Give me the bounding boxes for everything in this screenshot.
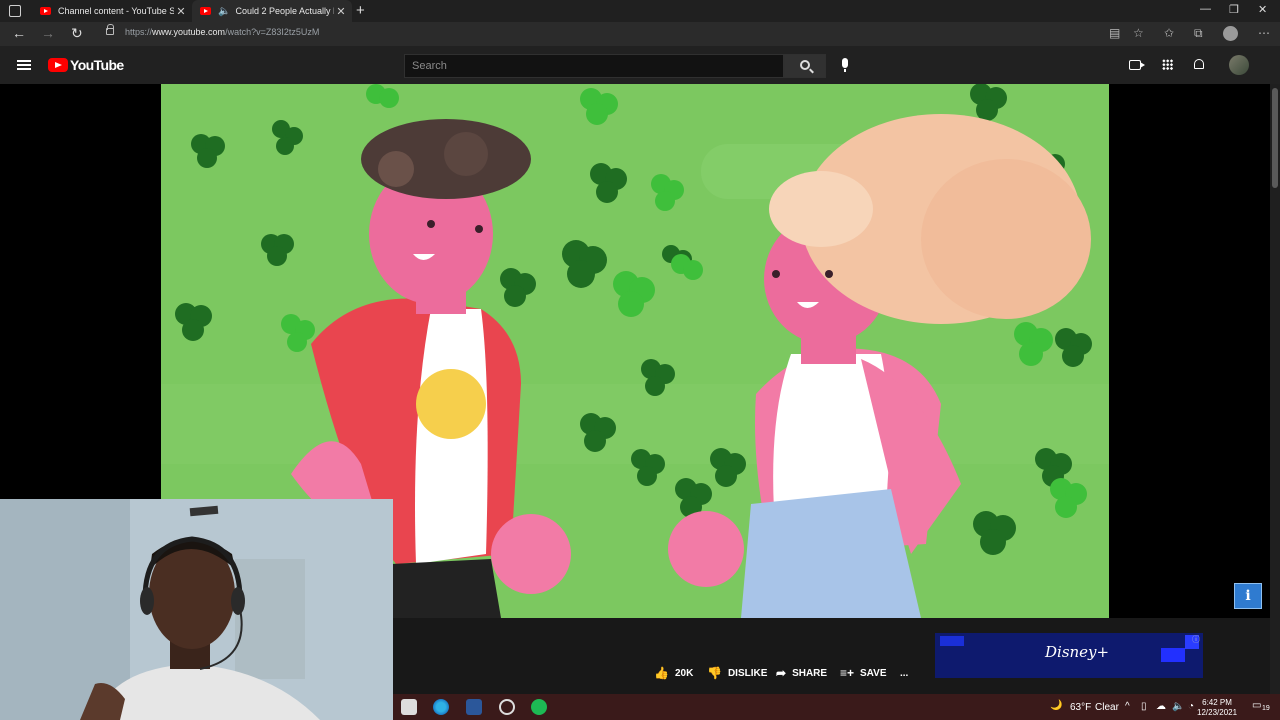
cloud-icon[interactable]: ☁ bbox=[1156, 701, 1166, 712]
share-arrow-icon: ➦ bbox=[776, 666, 787, 680]
spotify-icon[interactable] bbox=[531, 699, 547, 715]
browser-profile-icon[interactable] bbox=[1223, 26, 1238, 41]
moon-icon: 🌙 bbox=[1050, 700, 1063, 711]
like-count: 20K bbox=[674, 667, 694, 679]
thumbs-up-icon: 👍 bbox=[654, 666, 669, 680]
avatar[interactable] bbox=[1229, 55, 1249, 75]
weather-temp[interactable]: 63°F bbox=[1070, 702, 1091, 713]
create-video-icon[interactable] bbox=[1129, 60, 1145, 70]
tab-actions-icon[interactable] bbox=[9, 5, 21, 17]
notification-center-icon[interactable]: ▭ bbox=[1252, 700, 1261, 711]
search-button[interactable] bbox=[784, 54, 826, 78]
restore-icon[interactable]: ❐ bbox=[1229, 3, 1239, 16]
save-label: SAVE bbox=[860, 667, 887, 679]
show-hidden-icons-icon[interactable]: ^ bbox=[1125, 701, 1130, 712]
back-arrow-icon[interactable]: ← bbox=[12, 25, 26, 41]
tab-title: Channel content - YouTube Studio bbox=[58, 6, 174, 16]
lock-icon[interactable] bbox=[106, 24, 114, 35]
dislike-button[interactable]: 👎 DISLIKE bbox=[707, 666, 767, 680]
scrollbar-thumb[interactable] bbox=[1272, 88, 1278, 188]
youtube-logo-text[interactable]: YouTube bbox=[70, 57, 124, 73]
ad-brand-logo: Disney+ bbox=[1045, 643, 1110, 661]
webcam-image bbox=[0, 499, 393, 720]
info-card-icon[interactable]: i bbox=[1234, 583, 1262, 609]
minimize-icon[interactable]: — bbox=[1200, 3, 1211, 15]
volume-icon[interactable]: 🔈 bbox=[1172, 701, 1184, 712]
word-icon[interactable] bbox=[466, 699, 482, 715]
apps-grid-icon[interactable] bbox=[1162, 59, 1173, 70]
browser-menu-icon[interactable]: ⋯ bbox=[1258, 26, 1270, 40]
forward-arrow-icon[interactable]: → bbox=[41, 25, 55, 41]
close-window-icon[interactable]: ✕ bbox=[1258, 3, 1267, 16]
youtube-favicon-icon bbox=[40, 7, 51, 15]
speaker-icon[interactable]: 🔈 bbox=[218, 6, 230, 17]
youtube-favicon-icon bbox=[200, 7, 211, 15]
screen: Channel content - YouTube Studio ✕ 🔈 Cou… bbox=[0, 0, 1280, 720]
taskbar-clock[interactable]: 6:42 PM 12/23/2021 bbox=[1197, 698, 1237, 718]
address-bar[interactable]: https://www.youtube.com/watch?v=Z83I2tz5… bbox=[125, 27, 319, 37]
microphone-icon[interactable] bbox=[842, 58, 848, 72]
reader-mode-icon[interactable]: ▤ bbox=[1109, 26, 1120, 40]
notification-count: 19 bbox=[1262, 705, 1270, 712]
notifications-bell-icon[interactable] bbox=[1194, 59, 1204, 69]
like-button[interactable]: 👍 20K bbox=[654, 666, 693, 680]
thumbs-down-icon: 👎 bbox=[707, 666, 722, 680]
close-tab-icon[interactable]: ✕ bbox=[334, 5, 348, 18]
network-icon[interactable]: ◔ bbox=[1188, 701, 1194, 712]
browser-toolbar: ← → ↻ https://www.youtube.com/watch?v=Z8… bbox=[0, 22, 1280, 46]
share-label: SHARE bbox=[792, 667, 828, 679]
reload-icon[interactable]: ↻ bbox=[71, 25, 83, 42]
tab-youtube-studio[interactable]: Channel content - YouTube Studio ✕ bbox=[32, 0, 192, 22]
page-scrollbar[interactable] bbox=[1270, 84, 1280, 694]
tab-title: Could 2 People Actually Reproduce bbox=[235, 6, 334, 16]
battery-icon[interactable]: ▯ bbox=[1141, 701, 1147, 712]
store-icon[interactable] bbox=[401, 699, 417, 715]
browser-tab-bar: Channel content - YouTube Studio ✕ 🔈 Cou… bbox=[0, 0, 1280, 22]
new-tab-icon[interactable]: + bbox=[356, 2, 365, 19]
ad-banner[interactable]: Disney+ ⓘ bbox=[935, 633, 1203, 678]
steam-icon[interactable] bbox=[499, 699, 515, 715]
search-icon bbox=[800, 60, 810, 70]
edge-icon[interactable] bbox=[433, 699, 449, 715]
clock-time: 6:42 PM bbox=[1202, 698, 1232, 707]
webcam-overlay bbox=[0, 499, 393, 720]
clock-date: 12/23/2021 bbox=[1197, 708, 1238, 717]
share-button[interactable]: ➦ SHARE bbox=[776, 666, 827, 680]
menu-icon[interactable] bbox=[17, 60, 31, 70]
tab-current-video[interactable]: 🔈 Could 2 People Actually Reproduce ✕ bbox=[192, 0, 352, 22]
add-favorite-icon[interactable]: ☆ bbox=[1133, 26, 1144, 40]
more-actions-button[interactable]: ... bbox=[900, 668, 908, 679]
save-button[interactable]: ≡+ SAVE bbox=[840, 666, 887, 680]
playlist-add-icon: ≡+ bbox=[840, 666, 855, 680]
weather-text[interactable]: Clear bbox=[1095, 702, 1119, 713]
more-icon: ... bbox=[900, 667, 909, 679]
favorites-icon[interactable]: ✩ bbox=[1164, 26, 1174, 40]
youtube-header: YouTube bbox=[0, 46, 1280, 84]
close-tab-icon[interactable]: ✕ bbox=[174, 5, 188, 18]
youtube-logo-icon[interactable] bbox=[48, 58, 68, 72]
dislike-label: DISLIKE bbox=[727, 667, 768, 679]
collections-icon[interactable]: ⧉ bbox=[1194, 26, 1203, 41]
search-input[interactable] bbox=[404, 54, 784, 78]
windows-taskbar bbox=[393, 694, 1280, 720]
ad-info-icon[interactable]: ⓘ bbox=[1192, 634, 1200, 645]
